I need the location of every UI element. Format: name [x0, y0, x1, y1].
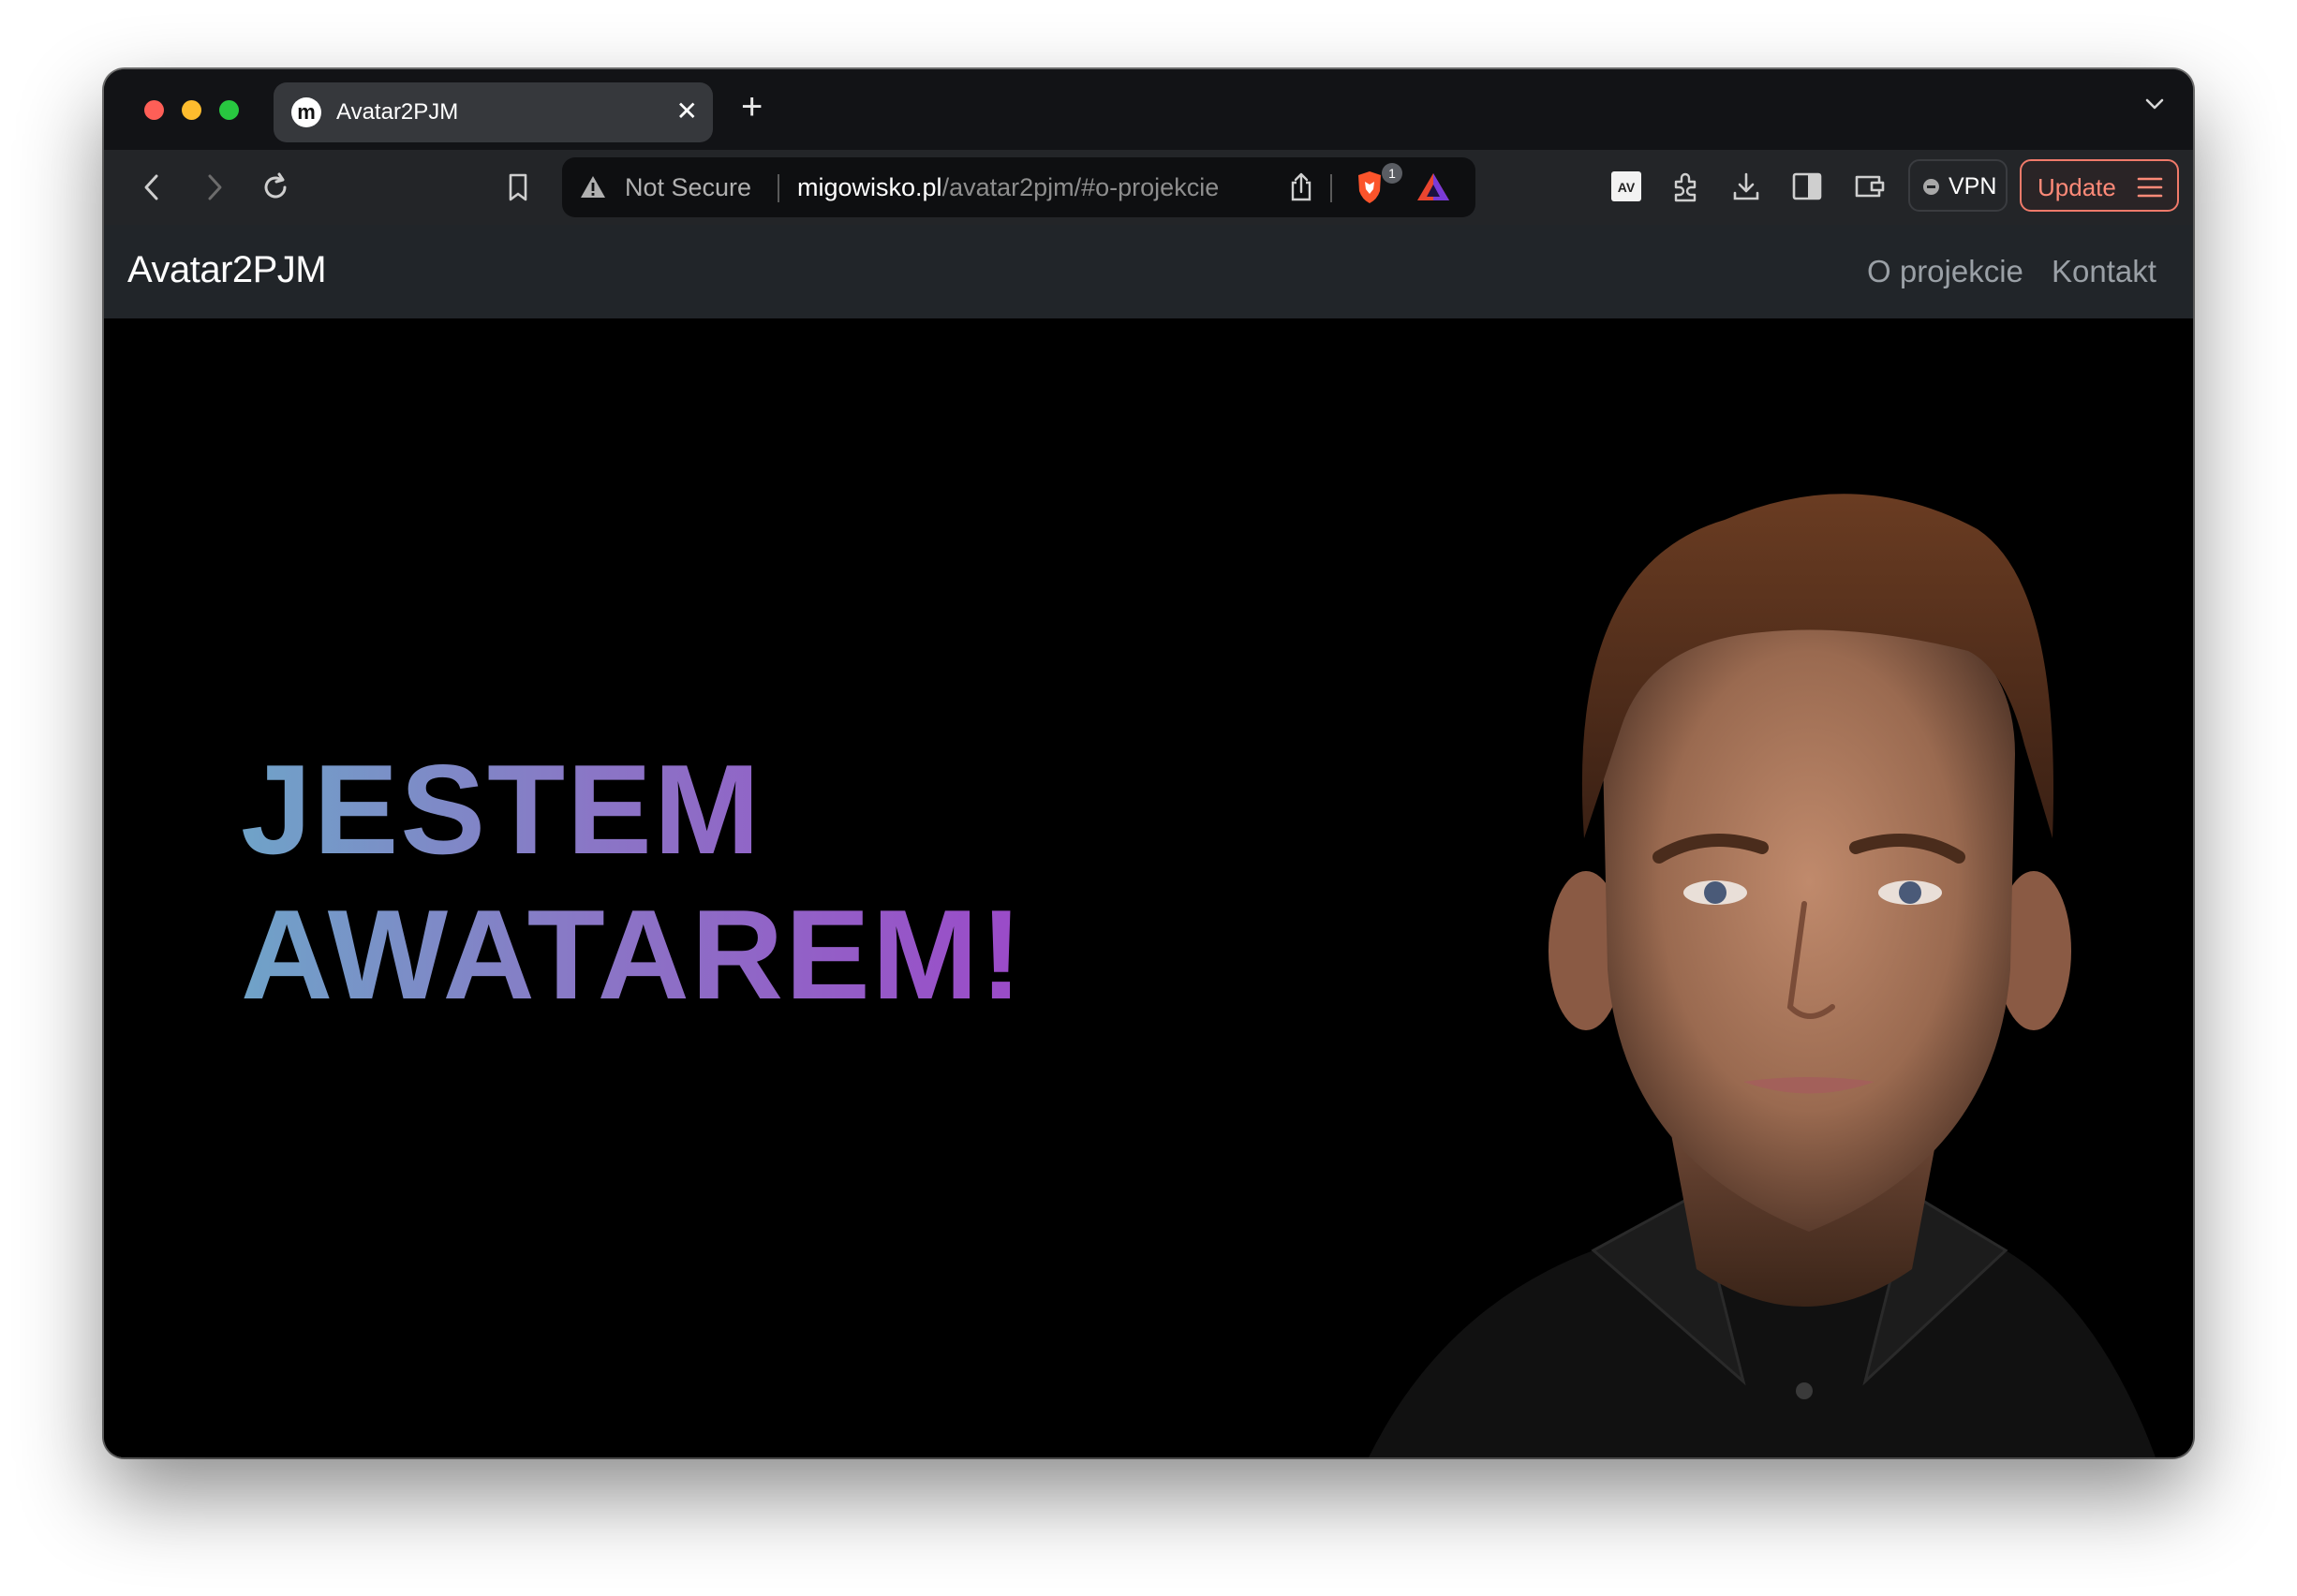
zoom-window-button[interactable]	[219, 100, 239, 120]
brave-shields-icon[interactable]	[1354, 169, 1386, 206]
nav-link-kontakt[interactable]: Kontakt	[2052, 254, 2156, 289]
url-divider	[778, 174, 779, 202]
back-icon[interactable]	[138, 170, 166, 204]
shields-count-badge: 1	[1382, 163, 1402, 184]
forward-icon[interactable]	[200, 170, 229, 204]
hero-headline-line1: JESTEM	[241, 738, 763, 880]
hero-headline: JESTEM AWATAREM!	[241, 737, 1024, 1027]
site-navbar: Avatar2PJM O projekcie Kontakt	[104, 225, 2193, 318]
hero-section: JESTEM AWATAREM!	[104, 318, 2193, 1457]
url-text[interactable]: migowisko.pl/avatar2pjm/#o-projekcie	[797, 173, 1219, 202]
tab-strip: m Avatar2PJM ✕ +	[104, 69, 2193, 150]
tab-list-chevron-icon[interactable]	[2142, 92, 2167, 116]
warning-icon[interactable]	[579, 174, 607, 200]
vpn-button[interactable]: VPN	[1908, 159, 2008, 212]
vpn-status-icon	[1923, 179, 1939, 195]
reload-icon[interactable]	[259, 170, 292, 204]
avatar-portrait-image	[1369, 494, 2156, 1457]
downloads-icon[interactable]	[1730, 170, 1762, 204]
web-page: Avatar2PJM O projekcie Kontakt JESTEM AW…	[104, 225, 2193, 1457]
url-domain: migowisko.pl	[797, 173, 942, 201]
avtools-extension-icon[interactable]: AV	[1610, 170, 1642, 202]
browser-toolbar: Not Secure migowisko.pl/avatar2pjm/#o-pr…	[104, 150, 2193, 225]
update-label: Update	[2038, 173, 2116, 201]
tab-close-icon[interactable]: ✕	[676, 96, 698, 126]
vpn-label: VPN	[1949, 173, 1997, 200]
browser-window: m Avatar2PJM ✕ + Not Secure migowisko.pl…	[104, 69, 2193, 1457]
site-favicon-icon: m	[291, 97, 321, 127]
close-window-button[interactable]	[144, 100, 164, 120]
site-brand-link[interactable]: Avatar2PJM	[127, 249, 327, 291]
hero-headline-line2: AWATAREM!	[241, 883, 1025, 1026]
brave-rewards-icon[interactable]	[1415, 171, 1451, 203]
extensions-icon[interactable]	[1668, 170, 1702, 204]
nav-link-o-projekcie[interactable]: O projekcie	[1867, 254, 2023, 289]
svg-text:AV: AV	[1618, 180, 1636, 195]
share-icon[interactable]	[1288, 171, 1314, 203]
update-button[interactable]: Update	[2020, 159, 2179, 212]
wallet-icon[interactable]	[1853, 170, 1887, 202]
new-tab-button[interactable]: +	[741, 88, 763, 126]
url-path: /avatar2pjm/#o-projekcie	[941, 173, 1220, 201]
menu-icon[interactable]	[2136, 175, 2164, 200]
security-status-label[interactable]: Not Secure	[625, 173, 751, 202]
minimize-window-button[interactable]	[182, 100, 201, 120]
browser-tab[interactable]: m Avatar2PJM ✕	[274, 82, 713, 142]
url-divider	[1330, 174, 1332, 202]
bookmark-icon[interactable]	[504, 170, 532, 204]
address-bar[interactable]: Not Secure migowisko.pl/avatar2pjm/#o-pr…	[562, 157, 1475, 217]
tab-title: Avatar2PJM	[336, 99, 459, 125]
sidebar-icon[interactable]	[1791, 170, 1823, 202]
